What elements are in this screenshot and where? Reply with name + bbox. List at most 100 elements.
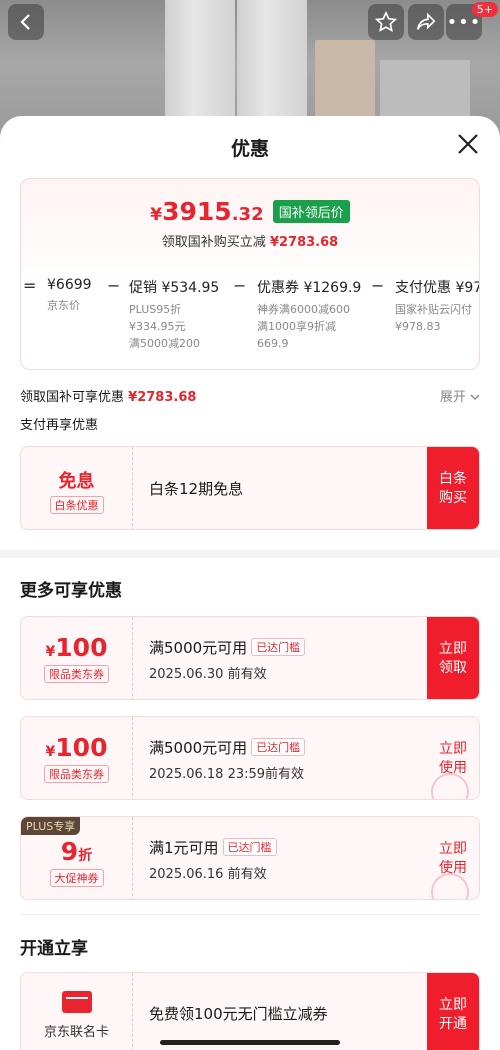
baitiao-title: 免息 bbox=[58, 471, 95, 492]
coupon-unit: 折 bbox=[78, 848, 93, 864]
threshold-badge: 已达门槛 bbox=[222, 838, 277, 856]
calc-line: ¥978.83 bbox=[395, 320, 441, 333]
section-separator bbox=[0, 550, 500, 558]
pay-discount-line: 支付再享优惠 bbox=[20, 418, 99, 433]
open-card-button[interactable]: 立即 开通 bbox=[427, 973, 479, 1050]
discount-sheet: 优惠 ¥3915.32 国补领后价 领取国补购买立减 ¥2783.68 = ¥6… bbox=[0, 116, 500, 1050]
coupon-type: 大促神券 bbox=[49, 869, 104, 887]
calc-main: ¥6699 bbox=[47, 277, 92, 293]
threshold-badge: 已达门槛 bbox=[251, 738, 306, 756]
baitiao-left: 免息 白条优惠 bbox=[21, 447, 133, 529]
coupon-date: 2025.06.30 前有效 bbox=[149, 667, 267, 682]
chevron-left-icon bbox=[20, 14, 30, 30]
chevron-down-icon bbox=[470, 394, 480, 400]
calc-main: 优惠券 ¥1269.9 bbox=[257, 280, 362, 296]
expand-label: 展开 bbox=[439, 390, 466, 405]
price-tag: 国补领后价 bbox=[272, 200, 350, 223]
coupon-left: ¥100 限品类东券 bbox=[21, 717, 133, 799]
use-coupon-button[interactable]: 立即 使用 bbox=[427, 817, 479, 899]
cobrand-left: 京东联名卡 bbox=[21, 973, 133, 1050]
more-badge: 5+ bbox=[471, 2, 498, 17]
calc-line: 国家补贴云闪付 bbox=[395, 303, 472, 316]
threshold-badge: 已达门槛 bbox=[251, 638, 306, 656]
coupon-amount: ¥100 bbox=[21, 633, 132, 662]
calc-item: 促销 ¥534.95 PLUS95折 ¥334.95元 满5000减200 bbox=[129, 277, 219, 352]
calc-main: 支付优惠 ¥97 bbox=[395, 280, 479, 296]
coupon-left: ¥100 限品类东券 bbox=[21, 617, 133, 699]
coupon-cond-text: 满5000元可用 bbox=[149, 739, 248, 757]
price-integer: 3915 bbox=[162, 197, 232, 226]
coupon-date: 2025.06.18 23:59前有效 bbox=[149, 767, 305, 782]
coupon-card[interactable]: ¥100 限品类东券 满5000元可用 已达门槛 2025.06.18 23:59… bbox=[20, 716, 480, 800]
calc-operator: − bbox=[233, 277, 247, 295]
price-breakdown-card: ¥3915.32 国补领后价 领取国补购买立减 ¥2783.68 = ¥6699… bbox=[20, 178, 480, 370]
baitiao-tag: 白条优惠 bbox=[49, 496, 104, 514]
calc-main: 促销 ¥534.95 bbox=[129, 280, 220, 296]
national-subsidy-line: 领取国补可享优惠 ¥2783.68 bbox=[20, 386, 196, 405]
cobrand-text: 免费领100元无门槛立减券 bbox=[149, 1005, 328, 1023]
cobrand-card[interactable]: 京东联名卡 免费领100元无门槛立减券 立即 开通 bbox=[20, 972, 480, 1050]
credit-card-icon bbox=[61, 991, 92, 1013]
coupon-amount: ¥100 bbox=[21, 733, 132, 762]
cobrand-label: 京东联名卡 bbox=[43, 1025, 109, 1040]
claim-coupon-button[interactable]: 立即 领取 bbox=[427, 617, 479, 699]
coupon-condition: 满5000元可用 已达门槛 bbox=[149, 637, 306, 658]
price-calculation-row[interactable]: = ¥6699 京东价 − 促销 ¥534.95 PLUS95折 ¥334.95… bbox=[21, 277, 479, 367]
divider bbox=[20, 914, 480, 915]
coupon-value: 9 bbox=[60, 837, 79, 866]
baitiao-buy-button[interactable]: 白条 购买 bbox=[427, 447, 479, 529]
sheet-title: 优惠 bbox=[230, 138, 269, 160]
calc-line: 神券满6000减600 bbox=[257, 303, 350, 316]
plus-exclusive-tag: PLUS专享 bbox=[21, 817, 81, 835]
calc-operator: = bbox=[23, 277, 37, 295]
more-discounts-title: 更多可享优惠 bbox=[20, 581, 122, 601]
calc-line: PLUS95折 bbox=[129, 303, 182, 316]
coupon-type: 限品类东券 bbox=[44, 665, 109, 683]
share-icon bbox=[416, 12, 436, 30]
open-section-title: 开通立享 bbox=[20, 939, 88, 959]
price-subtitle: 领取国补购买立减 ¥2783.68 bbox=[21, 231, 479, 250]
coupon-card[interactable]: ¥100 限品类东券 满5000元可用 已达门槛 2025.06.30 前有效 立… bbox=[20, 616, 480, 700]
coupon-symbol: ¥ bbox=[45, 744, 56, 760]
coupon-left: PLUS专享 9折 大促神券 bbox=[21, 817, 133, 899]
close-icon[interactable] bbox=[456, 132, 480, 156]
coupon-condition: 满5000元可用 已达门槛 bbox=[149, 737, 306, 758]
photo-shelf bbox=[315, 40, 375, 120]
expand-toggle[interactable]: 展开 bbox=[440, 386, 480, 405]
national-line-prefix: 领取国补可享优惠 bbox=[20, 390, 125, 405]
star-icon bbox=[375, 11, 397, 32]
coupon-cond-text: 满5000元可用 bbox=[149, 639, 248, 657]
coupon-cond-text: 满1元可用 bbox=[149, 839, 219, 857]
coupon-condition: 满1元可用 已达门槛 bbox=[149, 837, 277, 858]
coupon-value: 100 bbox=[55, 633, 108, 662]
baitiao-text: 白条12期免息 bbox=[149, 480, 244, 498]
coupon-date: 2025.06.16 前有效 bbox=[149, 867, 267, 882]
coupon-card[interactable]: PLUS专享 9折 大促神券 满1元可用 已达门槛 2025.06.16 前有效 … bbox=[20, 816, 480, 900]
coupon-type: 限品类东券 bbox=[44, 765, 109, 783]
home-indicator bbox=[160, 1040, 340, 1045]
calc-item: 支付优惠 ¥97 国家补贴云闪付 ¥978.83 bbox=[395, 277, 479, 335]
calc-line: 满5000减200 bbox=[129, 337, 200, 350]
coupon-symbol: ¥ bbox=[45, 644, 56, 660]
calc-line: 京东价 bbox=[47, 299, 80, 312]
calc-operator: − bbox=[107, 277, 121, 295]
calc-item: 优惠券 ¥1269.9 神券满6000减600 满1000享9折减 669.9 bbox=[257, 277, 361, 352]
national-line-amount: ¥2783.68 bbox=[128, 390, 197, 405]
final-price: ¥3915.32 bbox=[150, 197, 263, 226]
share-button[interactable] bbox=[408, 4, 444, 40]
use-coupon-button[interactable]: 立即 使用 bbox=[427, 717, 479, 799]
calc-line: ¥334.95元 bbox=[129, 320, 186, 333]
baitiao-card[interactable]: 免息 白条优惠 白条12期免息 白条 购买 bbox=[20, 446, 480, 530]
card-stripe bbox=[65, 997, 88, 999]
calc-operator: − bbox=[371, 277, 385, 295]
coupon-value: 100 bbox=[55, 733, 108, 762]
back-button[interactable] bbox=[8, 4, 44, 40]
calc-line: 669.9 bbox=[257, 337, 289, 350]
favorite-button[interactable] bbox=[368, 4, 404, 40]
subtitle-amount: ¥2783.68 bbox=[269, 235, 339, 250]
calc-item: ¥6699 京东价 bbox=[47, 277, 92, 314]
subtitle-prefix: 领取国补购买立减 bbox=[161, 235, 266, 250]
price-currency: ¥ bbox=[150, 205, 163, 225]
coupon-amount: 9折 bbox=[21, 837, 132, 866]
calc-line: 满1000享9折减 bbox=[257, 320, 336, 333]
